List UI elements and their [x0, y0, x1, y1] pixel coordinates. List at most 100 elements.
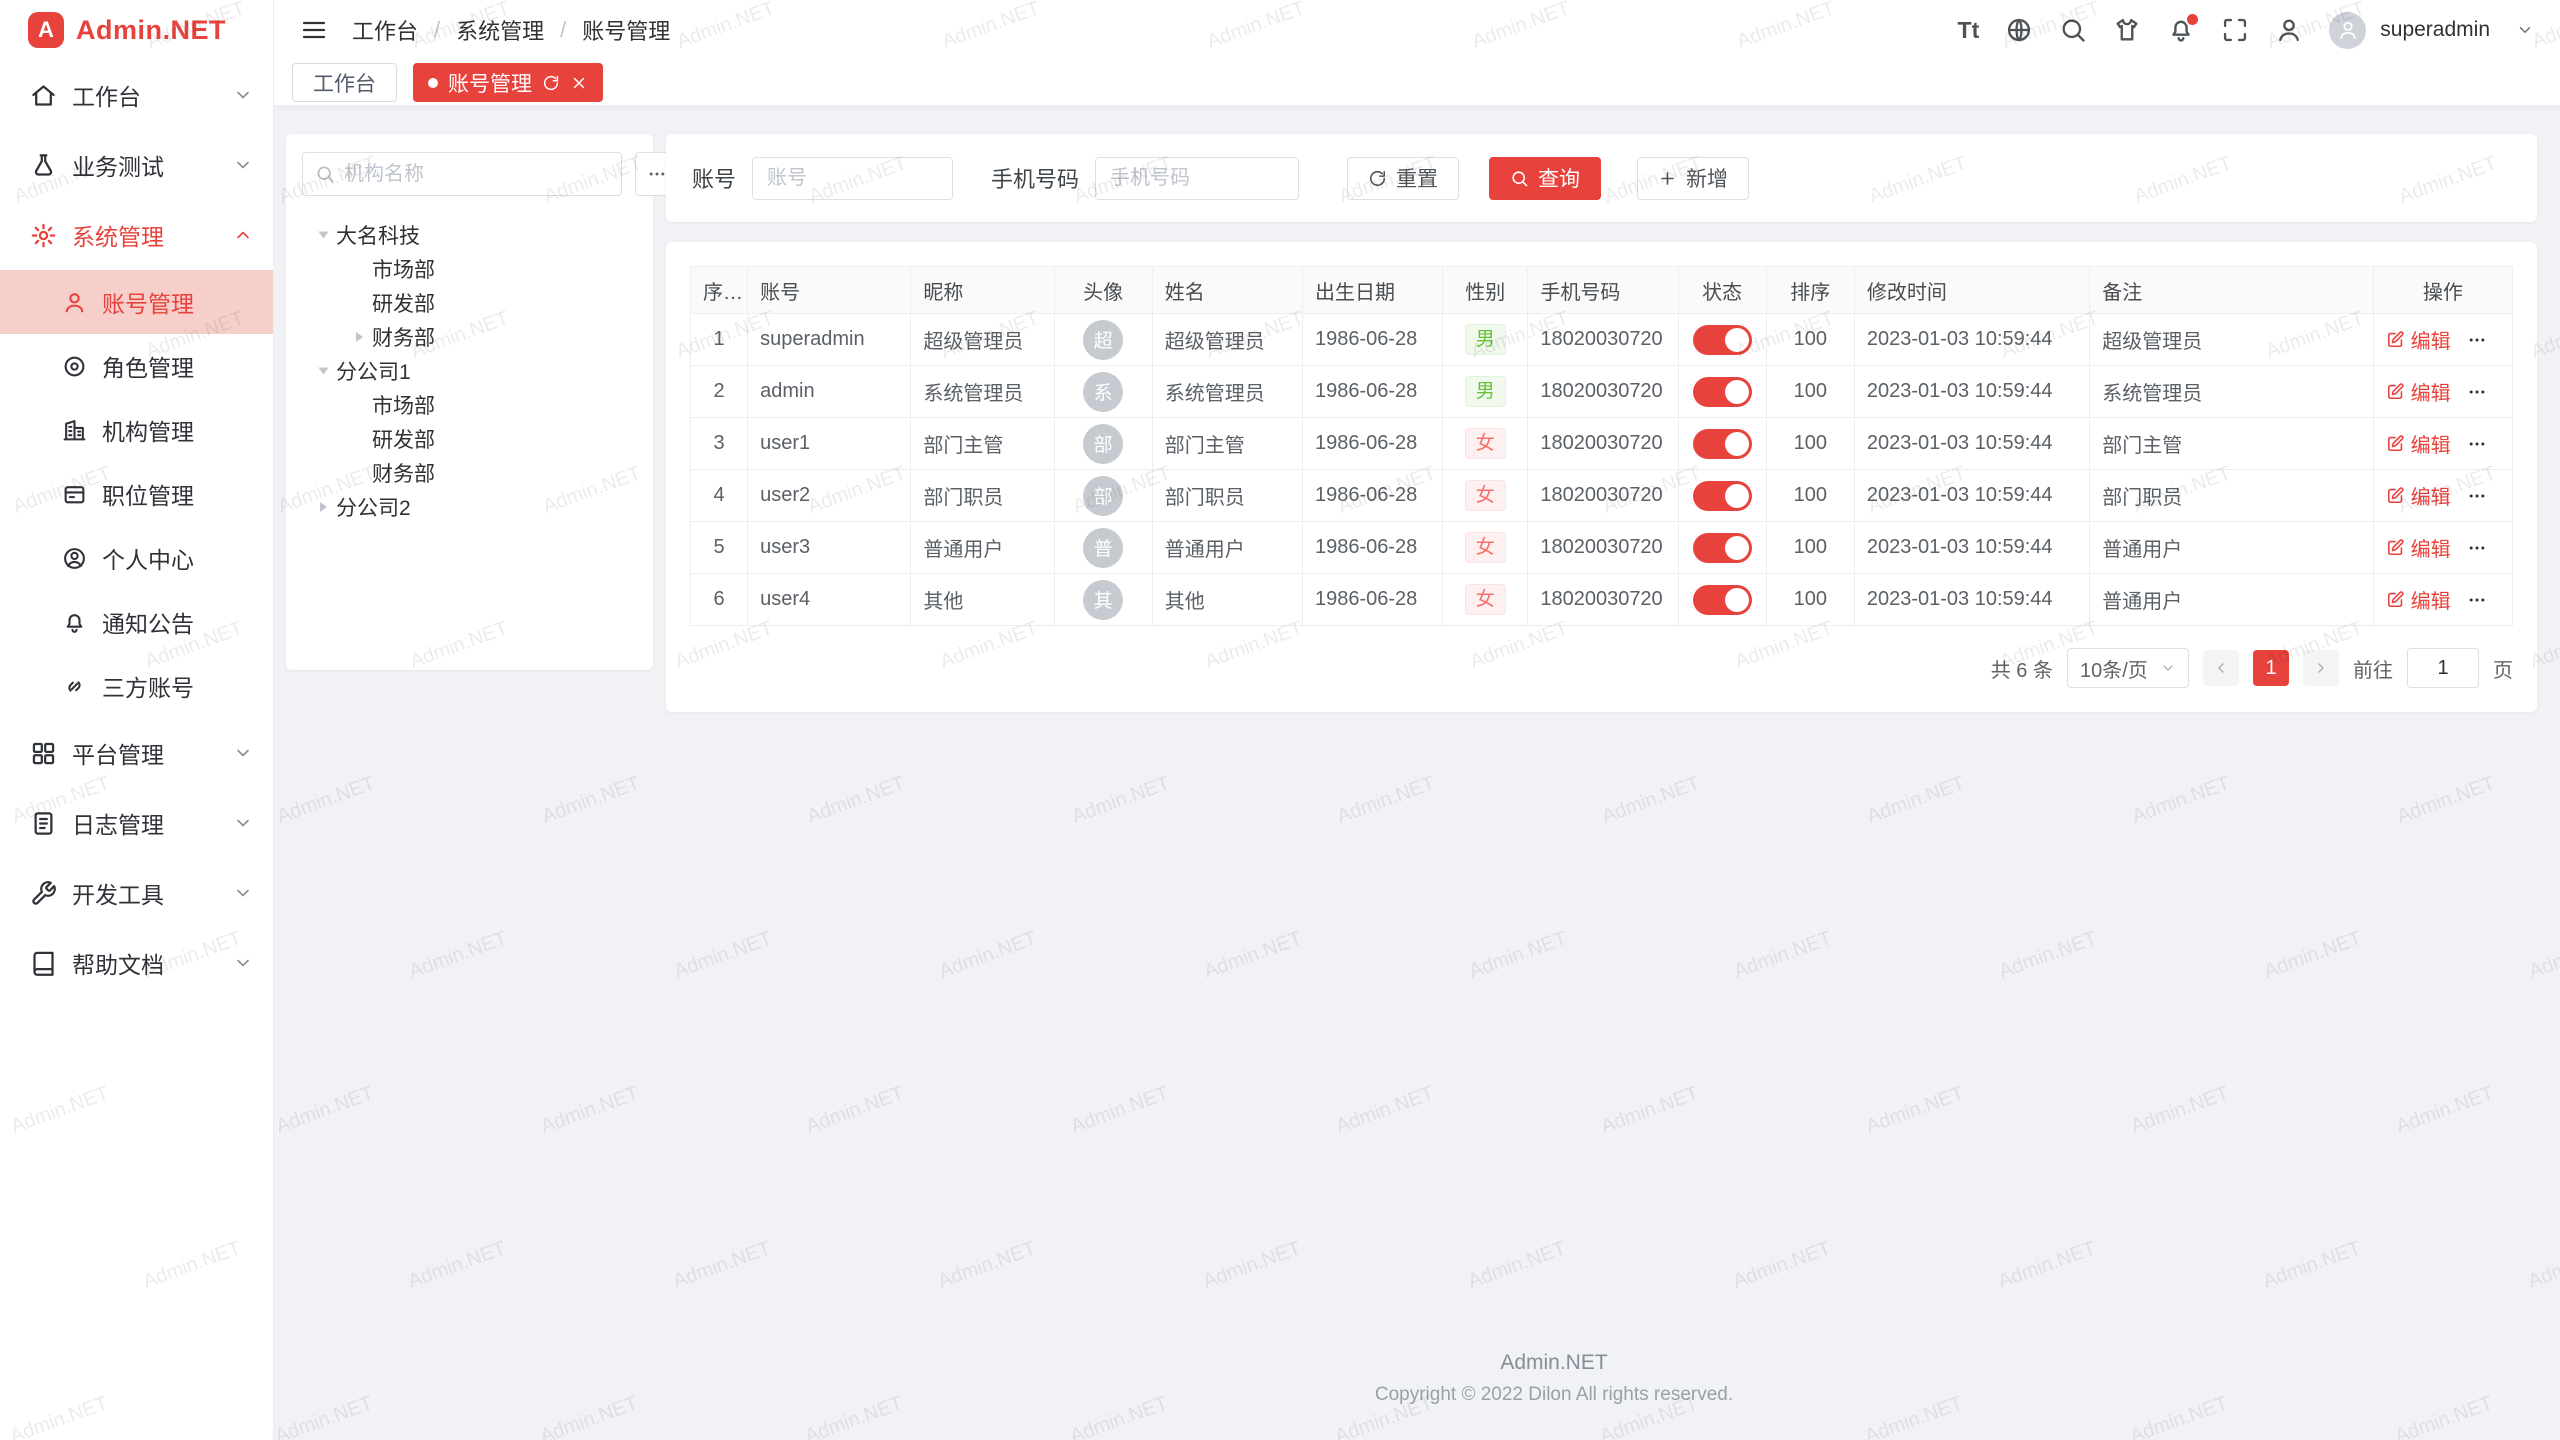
table-panel: 序号账号昵称头像姓名出生日期性别手机号码状态排序修改时间备注操作 1 super… — [666, 242, 2537, 712]
sex-badge: 男 — [1465, 376, 1506, 408]
more-actions-button[interactable] — [2467, 486, 2487, 506]
column-header: 姓名 — [1152, 267, 1302, 314]
cell-birthdate: 1986-06-28 — [1302, 470, 1442, 522]
tree-node[interactable]: 研发部 — [302, 422, 637, 456]
sidebar-item-system-mgmt[interactable]: 系统管理 — [0, 200, 273, 270]
edit-button[interactable]: 编辑 — [2386, 377, 2451, 406]
sidebar-subitem-position-mgmt[interactable]: 职位管理 — [0, 462, 273, 526]
log-icon — [30, 810, 57, 837]
more-actions-button[interactable] — [2467, 590, 2487, 610]
add-button[interactable]: 新增 — [1637, 157, 1749, 200]
sidebar-subitem-personal-center[interactable]: 个人中心 — [0, 526, 273, 590]
tree-node[interactable]: 财务部 — [302, 320, 637, 354]
goto-page-input[interactable] — [2407, 648, 2479, 688]
cell-phone: 18020030720 — [1528, 522, 1678, 574]
edit-button[interactable]: 编辑 — [2386, 429, 2451, 458]
account-filter-input[interactable] — [752, 157, 953, 200]
table-row: 6 user4 其他 其 其他 1986-06-28 女 18020030720… — [691, 574, 2513, 626]
tree-node[interactable]: 市场部 — [302, 388, 637, 422]
more-actions-button[interactable] — [2467, 330, 2487, 350]
page-unit-label: 页 — [2493, 654, 2513, 683]
cell-name: 部门职员 — [1152, 470, 1302, 522]
status-toggle[interactable] — [1693, 429, 1752, 459]
tree-node[interactable]: 研发部 — [302, 286, 637, 320]
status-toggle[interactable] — [1693, 533, 1752, 563]
org-search-box — [302, 152, 622, 196]
more-actions-button[interactable] — [2467, 382, 2487, 402]
breadcrumb-item-account-mgmt: 账号管理 — [582, 14, 670, 46]
profile-icon — [62, 546, 87, 571]
fullscreen-icon[interactable] — [2221, 16, 2249, 44]
sidebar-item-dev-tools[interactable]: 开发工具 — [0, 858, 273, 928]
tree-node[interactable]: 分公司1 — [302, 354, 637, 388]
edit-button[interactable]: 编辑 — [2386, 481, 2451, 510]
chevron-up-icon — [233, 225, 253, 245]
query-button[interactable]: 查询 — [1489, 157, 1601, 200]
sidebar-item-platform-mgmt[interactable]: 平台管理 — [0, 718, 273, 788]
cell-nickname: 系统管理员 — [911, 366, 1054, 418]
chevron-down-icon — [2160, 660, 2176, 676]
chevron-down-icon — [233, 883, 253, 903]
user-icon[interactable] — [2275, 16, 2303, 44]
page-size-select[interactable]: 10条/页 — [2067, 648, 2189, 688]
table-row: 1 superadmin 超级管理员 超 超级管理员 1986-06-28 男 … — [691, 314, 2513, 366]
prev-page-button[interactable] — [2203, 650, 2239, 686]
search-icon[interactable] — [2059, 16, 2087, 44]
table-row: 5 user3 普通用户 普 普通用户 1986-06-28 女 1802003… — [691, 522, 2513, 574]
tab-workbench[interactable]: 工作台 — [292, 63, 397, 102]
more-actions-button[interactable] — [2467, 434, 2487, 454]
column-header: 修改时间 — [1854, 267, 2089, 314]
cell-phone: 18020030720 — [1528, 574, 1678, 626]
chevron-right-icon — [2313, 660, 2329, 676]
status-toggle[interactable] — [1693, 585, 1752, 615]
footer: Admin.NET Copyright © 2022 Dilon All rig… — [548, 1351, 2560, 1406]
footer-title: Admin.NET — [548, 1351, 2560, 1375]
tree-node[interactable]: 分公司2 — [302, 490, 637, 524]
phone-filter-input[interactable] — [1095, 157, 1299, 200]
cell-nickname: 部门职员 — [911, 470, 1054, 522]
sidebar-menu: 工作台 业务测试 系统管理 账号管理 角色管理 机构管理 — [0, 60, 273, 998]
edit-button[interactable]: 编辑 — [2386, 585, 2451, 614]
notification-icon[interactable] — [2167, 16, 2195, 44]
status-toggle[interactable] — [1693, 481, 1752, 511]
tree-node[interactable]: 财务部 — [302, 456, 637, 490]
tree-node[interactable]: 大名科技 — [302, 218, 637, 252]
username[interactable]: superadmin — [2380, 18, 2490, 42]
sidebar-item-help-docs[interactable]: 帮助文档 — [0, 928, 273, 998]
cell-order: 100 — [1766, 418, 1854, 470]
cell-index: 2 — [691, 366, 748, 418]
chevron-down-icon[interactable] — [2516, 21, 2534, 39]
status-toggle[interactable] — [1693, 325, 1752, 355]
app-logo[interactable]: A Admin.NET — [0, 0, 273, 60]
cell-account: user2 — [748, 470, 911, 522]
status-toggle[interactable] — [1693, 377, 1752, 407]
sidebar-subitem-notice[interactable]: 通知公告 — [0, 590, 273, 654]
menu-collapse-icon[interactable] — [300, 16, 328, 44]
org-search-input[interactable] — [344, 163, 609, 186]
reset-button[interactable]: 重置 — [1347, 157, 1459, 200]
sidebar-subitem-third-party-account[interactable]: 三方账号 — [0, 654, 273, 718]
cell-nickname: 其他 — [911, 574, 1054, 626]
tree-node[interactable]: 市场部 — [302, 252, 637, 286]
sidebar-item-business-test[interactable]: 业务测试 — [0, 130, 273, 200]
tab-refresh-icon[interactable] — [542, 74, 560, 92]
user-avatar[interactable] — [2329, 12, 2366, 49]
more-actions-button[interactable] — [2467, 538, 2487, 558]
tab-account-mgmt[interactable]: 账号管理 — [413, 63, 603, 102]
locale-icon[interactable] — [2005, 16, 2033, 44]
breadcrumb-item-system-mgmt[interactable]: 系统管理 — [456, 14, 544, 46]
cell-nickname: 超级管理员 — [911, 314, 1054, 366]
theme-icon[interactable] — [2113, 16, 2141, 44]
tab-close-icon[interactable] — [570, 74, 588, 92]
sidebar-subitem-org-mgmt[interactable]: 机构管理 — [0, 398, 273, 462]
breadcrumb-item-workbench[interactable]: 工作台 — [352, 14, 418, 46]
text-size-icon[interactable]: Tt — [1958, 19, 1980, 42]
page-number-1[interactable]: 1 — [2253, 650, 2289, 686]
sidebar-item-workbench[interactable]: 工作台 — [0, 60, 273, 130]
sidebar-subitem-account-mgmt[interactable]: 账号管理 — [0, 270, 273, 334]
sidebar-subitem-role-mgmt[interactable]: 角色管理 — [0, 334, 273, 398]
edit-button[interactable]: 编辑 — [2386, 533, 2451, 562]
sidebar-item-log-mgmt[interactable]: 日志管理 — [0, 788, 273, 858]
next-page-button[interactable] — [2303, 650, 2339, 686]
edit-button[interactable]: 编辑 — [2386, 325, 2451, 354]
